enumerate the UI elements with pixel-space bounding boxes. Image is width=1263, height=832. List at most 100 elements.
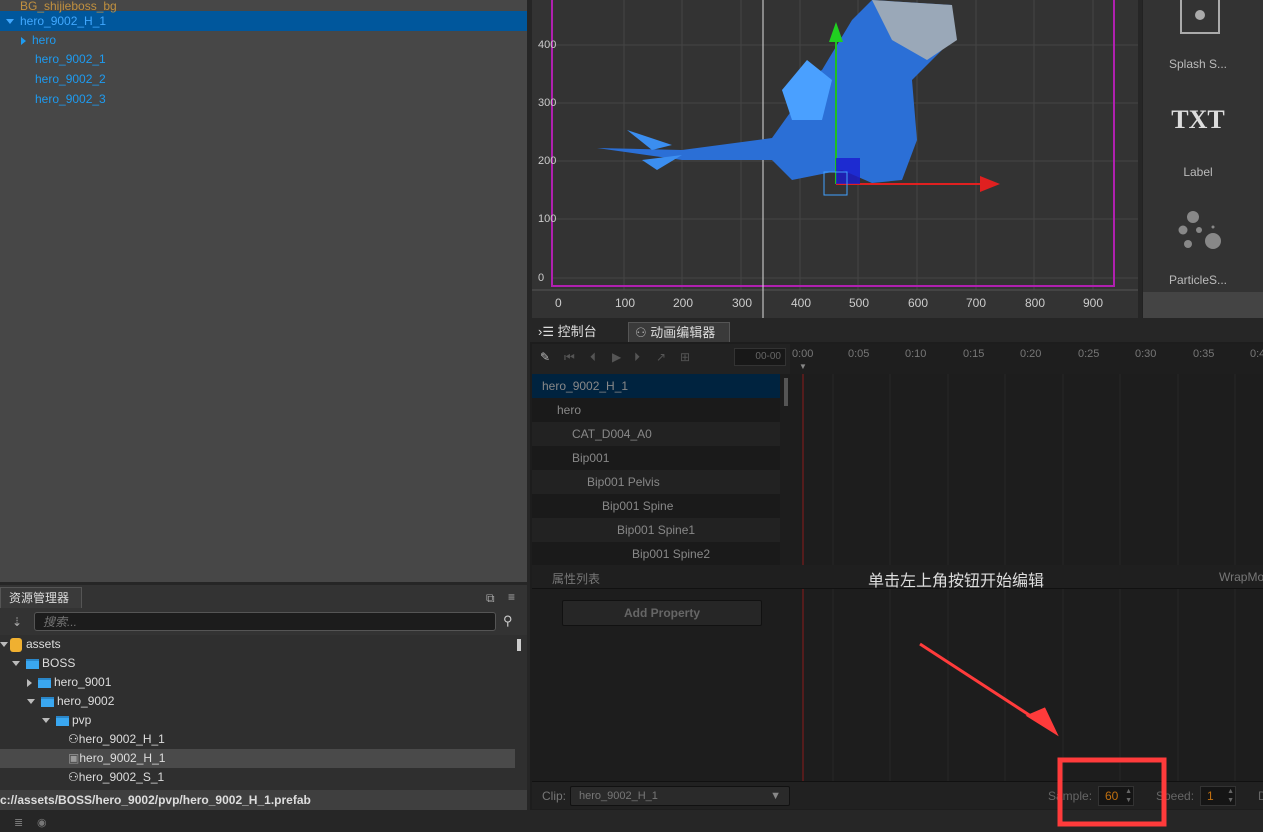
expand-icon[interactable] [0, 642, 8, 648]
node-row[interactable]: Bip001 [532, 446, 780, 470]
clip-label: Clip: [542, 789, 567, 803]
asset-item[interactable]: assets [0, 635, 515, 654]
external-icon[interactable]: ↗ [656, 350, 666, 364]
animation-editor-panel: ›☰ 控制台 ⚇ 动画编辑器 ✎ ⏮ ⏴ ▶ ⏵ ↗ ⊞ 00-00 0:00 … [530, 320, 1263, 810]
y-tick: 300 [538, 97, 557, 109]
stepper-icon[interactable]: ▲ ▼ [1125, 787, 1132, 805]
menu-icon[interactable]: ≡ [508, 590, 515, 604]
edit-icon[interactable]: ✎ [540, 350, 550, 364]
sample-input[interactable]: 60 ▲ ▼ [1098, 786, 1134, 806]
timeline-ruler[interactable]: 0:00 0:05 0:10 0:15 0:20 0:25 0:30 0:35 … [790, 344, 1263, 374]
hierarchy-panel: hero_9002_H_1 BG_shijieboss_bg hero hero… [0, 0, 527, 582]
library-item-label[interactable]: Label [1143, 165, 1253, 179]
hierarchy-item[interactable]: hero_9002_3 [0, 89, 527, 109]
item-label: hero [32, 33, 57, 47]
node-row[interactable]: Bip001 Pelvis [532, 470, 780, 494]
node-row[interactable]: Bip001 Spine1 [532, 518, 780, 542]
playhead-handle[interactable]: ▼ [799, 362, 807, 371]
stepper-icon[interactable]: ▲ ▼ [1227, 787, 1234, 805]
hierarchy-item[interactable]: hero_9002_2 [0, 69, 527, 89]
y-tick: 0 [538, 272, 545, 284]
node-row[interactable]: Bip001 Spine2 [532, 542, 780, 566]
hierarchy-item-root[interactable]: hero_9002_H_1 [0, 11, 527, 31]
particle-icon[interactable] [1173, 208, 1223, 252]
x-tick: 700 [966, 296, 987, 310]
prev-frame-icon[interactable]: ⏴ [590, 350, 596, 365]
search-icon[interactable]: ⚲ [503, 613, 513, 629]
item-label: hero_9002_S_1 [78, 770, 165, 784]
dragon-sprite[interactable] [597, 0, 957, 183]
asset-item[interactable]: ⚇hero_9002_H_1 [0, 730, 515, 749]
asset-tree: assets BOSS hero_9001 hero_9002 pvp ⚇her… [0, 635, 527, 790]
item-label: hero_9002_H_1 [20, 14, 107, 28]
sort-icon[interactable]: ⇣ [12, 615, 22, 629]
expand-icon[interactable] [12, 661, 20, 667]
item-label: hero_9001 [54, 675, 112, 689]
collapse-icon[interactable] [27, 678, 32, 687]
hierarchy-item-hero[interactable]: hero [0, 30, 527, 50]
y-tick: 200 [538, 155, 557, 167]
asset-item[interactable]: pvp [0, 711, 515, 730]
folder-icon [41, 696, 54, 707]
assets-panel: 资源管理器 ⧉ ≡ ⇣ ⚲ assets BOSS hero_9001 hero… [0, 585, 527, 810]
item-label: hero_9002 [57, 694, 115, 708]
expand-icon[interactable] [42, 718, 50, 724]
asset-item-selected[interactable]: ▣hero_9002_H_1 [0, 749, 515, 768]
collapse-icon[interactable] [21, 36, 26, 45]
scene-viewport[interactable]: 400 300 200 100 0 0 100 200 300 400 500 … [532, 0, 1138, 318]
speed-input[interactable]: 1 ▲ ▼ [1200, 786, 1236, 806]
time-tick: 0:30 [1135, 348, 1157, 360]
library-item-label[interactable]: Splash S... [1143, 57, 1253, 71]
speed-value: 1 [1207, 789, 1214, 803]
add-property-button[interactable]: Add Property [562, 600, 762, 626]
node-list-scrollbar[interactable] [784, 378, 788, 406]
item-label: pvp [72, 713, 92, 727]
popout-icon[interactable]: ⧉ [486, 591, 495, 606]
asset-item[interactable]: hero_9002 [0, 692, 515, 711]
time-tick: 0:20 [1020, 348, 1042, 360]
status-bar: ≣ ◉ [0, 812, 530, 832]
expand-icon[interactable] [6, 19, 14, 25]
x-tick: 200 [673, 296, 694, 310]
tab-animation-editor[interactable]: ⚇ 动画编辑器 [628, 322, 730, 342]
asset-scrollbar[interactable] [517, 639, 521, 651]
asset-item[interactable]: hero_9001 [0, 673, 515, 692]
hierarchy-item-partial[interactable]: BG_shijieboss_bg [20, 0, 117, 12]
x-tick: 300 [732, 296, 753, 310]
folder-icon [26, 658, 39, 669]
library-item-label[interactable]: ParticleS... [1143, 273, 1253, 287]
clip-select[interactable]: hero_9002_H_1 ▼ [570, 786, 790, 806]
eye-icon[interactable]: ◉ [37, 816, 47, 829]
node-row[interactable]: hero [532, 398, 780, 422]
add-event-icon[interactable]: ⊞ [680, 350, 690, 364]
duration-label: D [1258, 789, 1263, 803]
next-frame-icon[interactable]: ⏵ [634, 350, 640, 365]
edit-hint: 单击左上角按钮开始编辑 [868, 573, 1045, 590]
jump-first-icon[interactable]: ⏮ [564, 350, 575, 365]
database-icon[interactable]: ≣ [14, 816, 23, 829]
node-row[interactable]: hero_9002_H_1 [532, 374, 780, 398]
scene-canvas[interactable] [532, 0, 1138, 318]
expand-icon[interactable] [27, 699, 35, 705]
speed-label: Speed: [1156, 789, 1195, 803]
asset-item[interactable]: ⚇hero_9002_S_1 [0, 768, 515, 787]
node-row[interactable]: Bip001 Spine [532, 494, 780, 518]
node-row[interactable]: CAT_D004_A0 [532, 422, 780, 446]
item-label: assets [26, 637, 61, 651]
x-tick: 500 [849, 296, 870, 310]
search-input[interactable] [34, 612, 496, 631]
tab-assets[interactable]: 资源管理器 [0, 587, 82, 608]
play-icon[interactable]: ▶ [612, 350, 621, 364]
asset-item[interactable]: BOSS [0, 654, 515, 673]
time-tick: 0:10 [905, 348, 927, 360]
time-tick: 0:25 [1078, 348, 1100, 360]
tab-console[interactable]: ›☰ 控制台 [532, 322, 603, 342]
txt-icon[interactable]: TXT [1143, 105, 1253, 135]
splash-sprite-icon[interactable] [1180, 0, 1220, 34]
time-input[interactable]: 00-00 [734, 348, 786, 366]
asset-path: c://assets/BOSS/hero_9002/pvp/hero_9002_… [0, 790, 527, 810]
animation-clip-icon: ⚇ [68, 770, 79, 784]
x-tick: 600 [908, 296, 929, 310]
hierarchy-item[interactable]: hero_9002_1 [0, 49, 527, 69]
tab-label: 动画编辑器 [650, 325, 716, 340]
